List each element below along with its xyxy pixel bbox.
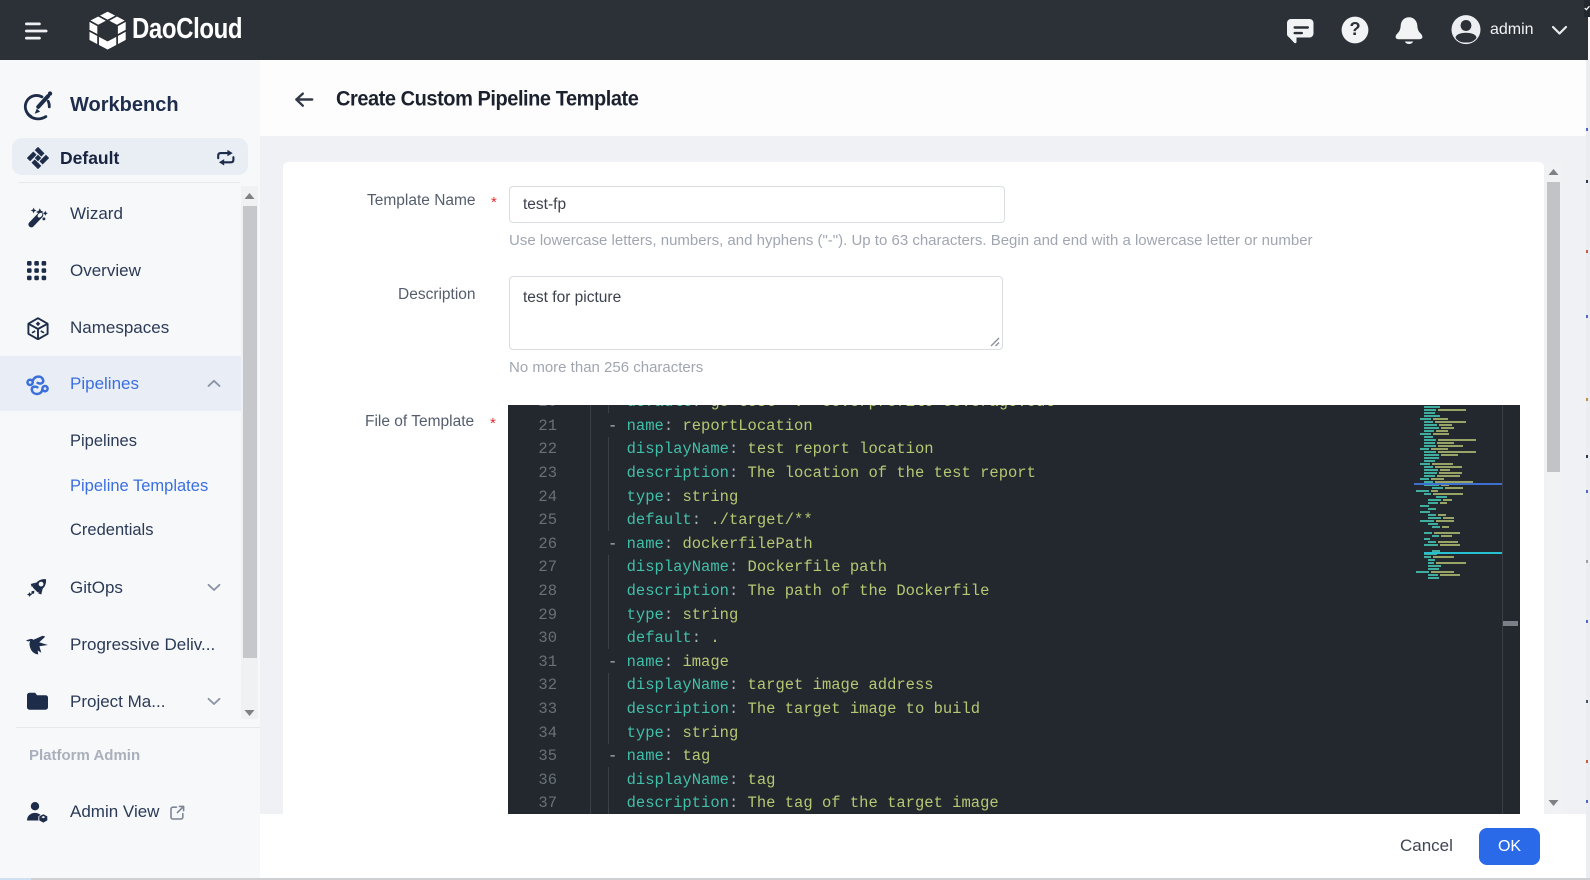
svg-text:?: ?: [1349, 18, 1360, 39]
